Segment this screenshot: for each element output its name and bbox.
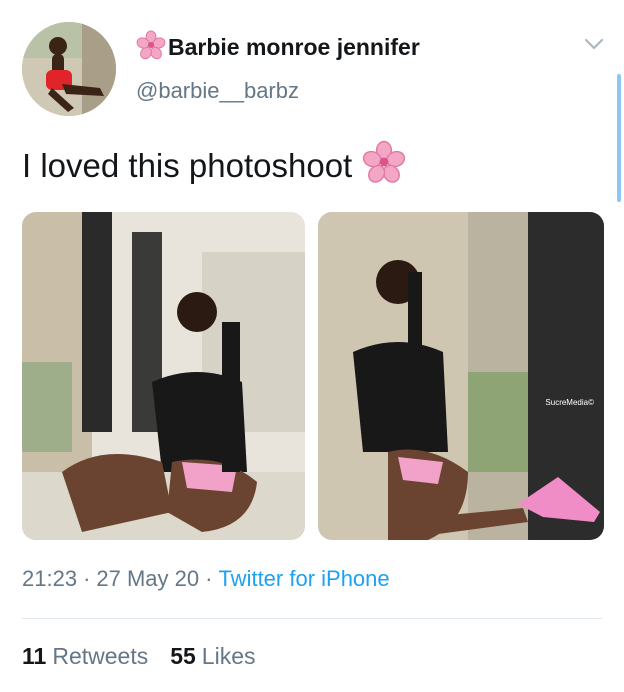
tweet-text-content: I loved this photoshoot [22,147,353,184]
tweet-photo-2[interactable]: SucreMedia© [318,212,604,540]
likes-count[interactable]: 55 [170,643,196,670]
scrollbar[interactable] [617,74,621,202]
photo-watermark: SucreMedia© [545,398,594,407]
divider [22,618,602,619]
tweet-time[interactable]: 21:23 [22,566,77,592]
user-handle[interactable]: @barbie__barbz [136,78,299,104]
display-name[interactable]: Barbie monroe jennifer [168,34,420,61]
likes-label[interactable]: Likes [202,643,256,670]
avatar[interactable] [22,22,116,116]
meta-separator: · [83,566,91,591]
tweet-meta: 21:23 · 27 May 20 · Twitter for iPhone [22,566,390,592]
tweet-source-link[interactable]: Twitter for iPhone [218,566,389,592]
tweet-text: I loved this photoshoot [22,140,406,192]
meta-separator: · [205,566,213,591]
chevron-down-icon[interactable] [583,36,605,52]
tweet-date[interactable]: 27 May 20 [96,566,199,592]
cherry-blossom-icon [362,140,406,192]
tweet-stats: 11 Retweets 55 Likes [22,643,278,670]
retweets-label[interactable]: Retweets [52,643,148,670]
tweet-photo-1[interactable] [22,212,305,540]
cherry-blossom-icon [136,30,166,65]
retweets-count[interactable]: 11 [22,643,46,670]
